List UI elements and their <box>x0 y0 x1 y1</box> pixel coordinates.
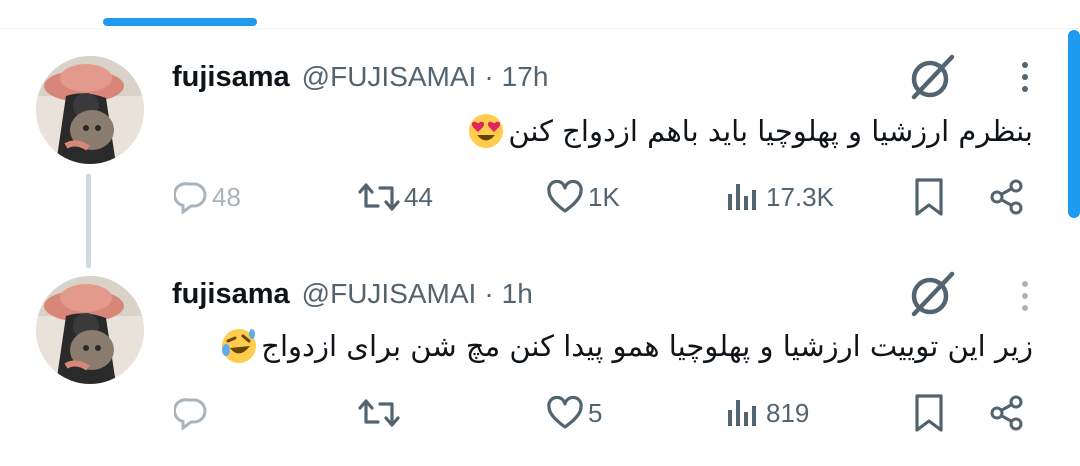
user-handle[interactable]: @FUJISAMAI <box>302 61 477 93</box>
more-options-icon[interactable] <box>1012 276 1038 316</box>
tweet-actions: 5 819 <box>0 388 1060 438</box>
share-icon <box>990 395 1023 431</box>
grok-icon[interactable] <box>906 268 958 320</box>
timestamp[interactable]: 17h <box>502 61 549 93</box>
bookmark-button[interactable] <box>912 388 946 438</box>
grok-icon[interactable] <box>906 51 958 103</box>
avatar[interactable] <box>36 276 144 384</box>
views-button[interactable]: 17.3K <box>724 172 834 222</box>
repost-icon <box>358 183 400 211</box>
views-icon <box>728 184 756 210</box>
like-button[interactable]: 1K <box>546 172 620 222</box>
repost-button[interactable]: 44 <box>358 172 433 222</box>
reply-icon <box>174 398 207 430</box>
display-name[interactable]: fujisama <box>172 61 290 94</box>
like-count: 5 <box>588 397 603 428</box>
user-handle[interactable]: @FUJISAMAI <box>302 278 477 310</box>
bookmark-button[interactable] <box>912 172 946 222</box>
heart-eyes-emoji-icon <box>468 113 504 149</box>
heart-icon <box>547 396 583 429</box>
tweet-header: fujisama @FUJISAMAI · 17h <box>172 57 548 97</box>
tweet-text: زیر این توییت ارزشیا و پهلوچیا همو پیدا … <box>221 324 1033 368</box>
timestamp[interactable]: 1h <box>502 278 533 310</box>
separator-dot: · <box>484 278 494 309</box>
views-button[interactable]: 819 <box>724 388 809 438</box>
tweet[interactable]: fujisama @FUJISAMAI · 17h بنظرم ارزشیا و… <box>0 45 1060 245</box>
tweet-header: fujisama @FUJISAMAI · 1h <box>172 274 533 314</box>
tweet-text-content: زیر این توییت ارزشیا و پهلوچیا همو پیدا … <box>261 329 1033 363</box>
share-icon <box>990 179 1023 215</box>
avatar[interactable] <box>36 56 144 164</box>
views-count: 17.3K <box>766 181 834 212</box>
tweet-text: بنظرم ارزشیا و پهلوچیا باید باهم ازدواج … <box>468 109 1033 153</box>
tweet-text-content: بنظرم ارزشیا و پهلوچیا باید باهم ازدواج … <box>508 114 1033 148</box>
repost-icon <box>358 399 400 427</box>
like-count: 1K <box>588 181 620 212</box>
reply-button[interactable] <box>174 388 212 438</box>
separator-dot: · <box>484 61 494 92</box>
tweet-actions: 48 44 1K 17.3K <box>0 172 1060 222</box>
display-name[interactable]: fujisama <box>172 278 290 311</box>
rofl-emoji-icon <box>221 328 257 364</box>
active-tab-indicator <box>103 18 257 26</box>
repost-count: 44 <box>404 181 433 212</box>
views-icon <box>728 400 756 426</box>
bookmark-icon <box>915 178 943 216</box>
reply-button[interactable]: 48 <box>174 172 241 222</box>
views-count: 819 <box>766 397 810 428</box>
share-button[interactable] <box>988 172 1026 222</box>
reply-icon <box>174 182 207 214</box>
reply-count: 48 <box>212 181 241 212</box>
like-button[interactable]: 5 <box>546 388 602 438</box>
scrollbar-thumb[interactable] <box>1068 30 1080 218</box>
heart-icon <box>547 180 583 213</box>
share-button[interactable] <box>988 388 1026 438</box>
more-options-icon[interactable] <box>1012 57 1038 97</box>
top-divider <box>0 28 1080 29</box>
repost-button[interactable] <box>358 388 404 438</box>
bookmark-icon <box>915 394 943 432</box>
tweet[interactable]: fujisama @FUJISAMAI · 1h زیر این توییت ا… <box>0 266 1060 466</box>
